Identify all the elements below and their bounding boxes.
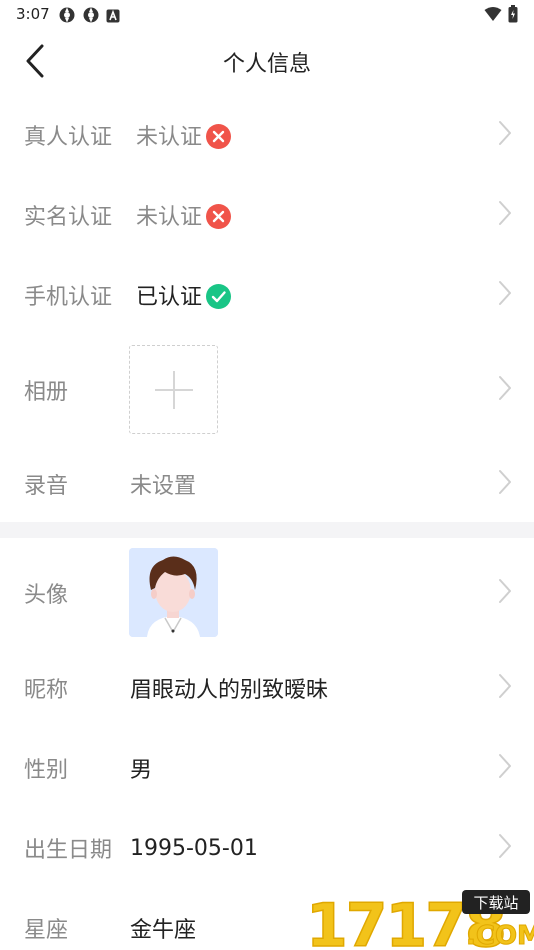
status-icons-right xyxy=(484,5,518,27)
chevron-right-icon xyxy=(498,280,512,310)
status-time: 3:07 xyxy=(16,5,50,23)
row-album[interactable]: 相册 xyxy=(0,335,534,445)
verification-status: 未认证 xyxy=(136,119,232,151)
watermark-logo: 17178 下载站 .COM xyxy=(305,890,534,950)
row-avatar[interactable]: 头像 xyxy=(0,538,534,648)
chevron-right-icon xyxy=(498,753,512,783)
row-label: 相册 xyxy=(24,380,69,405)
chevron-right-icon xyxy=(498,200,512,230)
row-real-person-verification[interactable]: 真人认证 未认证 xyxy=(0,95,534,175)
nav-bar: 个人信息 xyxy=(0,28,534,94)
status-text: 未认证 xyxy=(136,125,203,150)
status-icons-left xyxy=(58,6,120,28)
section-divider xyxy=(0,522,534,538)
row-real-name-verification[interactable]: 实名认证 未认证 xyxy=(0,175,534,255)
verification-status: 已认证 xyxy=(136,279,232,311)
error-icon xyxy=(206,203,232,229)
check-icon xyxy=(206,283,232,309)
sync-icon xyxy=(58,6,76,28)
row-nickname[interactable]: 昵称 眉眼动人的别致暧昧 xyxy=(0,648,534,728)
row-label: 出生日期 xyxy=(24,838,113,863)
row-label: 性别 xyxy=(24,758,69,783)
avatar[interactable] xyxy=(129,548,218,637)
plus-icon xyxy=(154,370,193,409)
row-birthdate[interactable]: 出生日期 1995-05-01 xyxy=(0,808,534,888)
row-value: 1995-05-01 xyxy=(130,835,258,861)
watermark-tag: 下载站 xyxy=(473,894,518,912)
avatar-image xyxy=(129,548,218,637)
row-label: 昵称 xyxy=(24,678,69,703)
row-value: 金牛座 xyxy=(130,918,197,943)
row-label: 录音 xyxy=(24,474,69,499)
row-label: 星座 xyxy=(24,918,69,943)
error-icon xyxy=(206,123,232,149)
battery-icon xyxy=(508,5,518,27)
row-label: 实名认证 xyxy=(24,205,113,230)
chevron-right-icon xyxy=(498,578,512,608)
chevron-right-icon xyxy=(498,833,512,863)
watermark-domain: .COM xyxy=(466,921,534,950)
chevron-right-icon xyxy=(498,375,512,405)
chevron-right-icon xyxy=(498,120,512,150)
row-value: 未设置 xyxy=(130,474,197,499)
row-gender[interactable]: 性别 男 xyxy=(0,728,534,808)
app-a-icon xyxy=(106,8,120,27)
row-label: 手机认证 xyxy=(24,285,113,310)
row-value: 眉眼动人的别致暧昧 xyxy=(130,678,329,703)
sync-icon xyxy=(82,6,100,28)
wifi-icon xyxy=(484,6,502,26)
status-text: 未认证 xyxy=(136,205,203,230)
site-watermark: 17178 下载站 .COM xyxy=(304,888,534,950)
row-label: 头像 xyxy=(24,583,69,608)
row-value: 男 xyxy=(130,758,153,783)
row-voice-recording[interactable]: 录音 未设置 xyxy=(0,445,534,523)
chevron-right-icon xyxy=(498,673,512,703)
status-bar: 3:07 xyxy=(0,0,534,28)
verification-status: 未认证 xyxy=(136,199,232,231)
row-label: 真人认证 xyxy=(24,125,113,150)
add-photo-button[interactable] xyxy=(129,345,218,434)
row-phone-verification[interactable]: 手机认证 已认证 xyxy=(0,255,534,335)
page-title: 个人信息 xyxy=(222,52,311,77)
status-text: 已认证 xyxy=(136,285,203,310)
chevron-right-icon xyxy=(498,469,512,499)
